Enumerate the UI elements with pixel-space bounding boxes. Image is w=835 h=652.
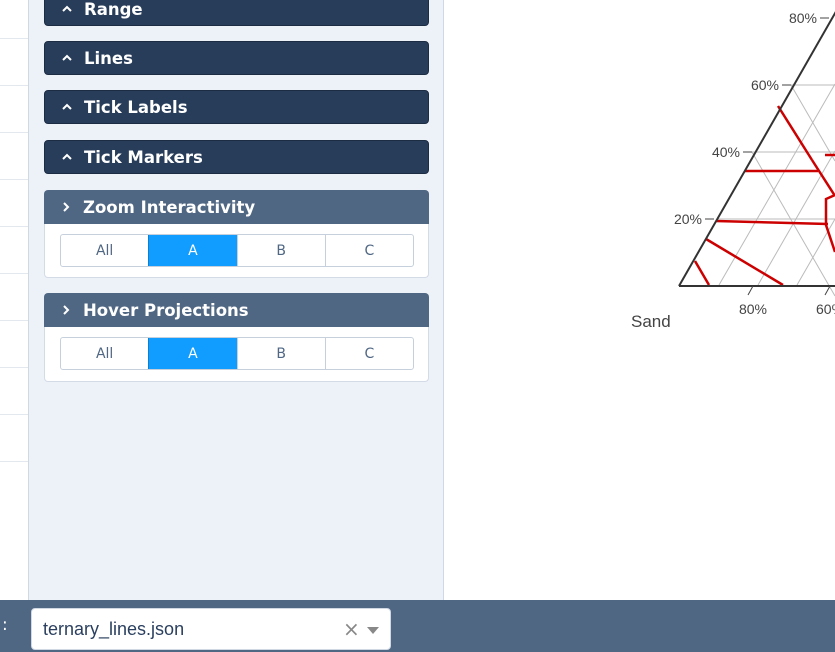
left-axis-tick-label: 20% [674, 211, 702, 227]
table-row-divider [0, 320, 29, 321]
section-header-tick-labels[interactable]: Tick Labels [44, 90, 429, 124]
table-row-divider [0, 179, 29, 180]
corner-axis-title: Sand [631, 312, 671, 331]
hover-projections-radio-group: All A B C [60, 337, 414, 370]
zoom-interactivity-body: All A B C [44, 224, 429, 278]
chevron-up-icon [62, 153, 72, 160]
section-header-hover-projections[interactable]: Hover Projections [44, 293, 429, 327]
table-row-divider [0, 273, 29, 274]
option-all[interactable]: All [61, 235, 148, 266]
hover-projections-body: All A B C [44, 327, 429, 382]
option-b[interactable]: B [236, 235, 325, 266]
table-row-divider [0, 226, 29, 227]
table-row-divider [0, 38, 29, 39]
section-header-range[interactable]: Range [44, 0, 429, 26]
option-c[interactable]: C [324, 338, 413, 369]
table-row-divider [0, 414, 29, 415]
file-select-dropdown[interactable]: ternary_lines.json × [31, 608, 391, 650]
chevron-right-icon [63, 202, 70, 212]
chevron-up-icon [62, 103, 72, 110]
section-title: Lines [84, 48, 133, 68]
ternary-plot: 80% 60% 40% 20% 80% 60% Sand [631, 10, 835, 331]
section-title: Tick Markers [84, 147, 203, 167]
chevron-up-icon [62, 5, 72, 12]
left-axis-tick-label: 60% [751, 77, 779, 93]
table-row-divider [0, 132, 29, 133]
option-a[interactable]: A [148, 338, 237, 369]
section-title: Zoom Interactivity [83, 197, 256, 217]
section-title: Tick Labels [84, 97, 188, 117]
close-icon[interactable]: × [343, 617, 360, 641]
left-axis-tick-label: 40% [712, 144, 740, 160]
option-all[interactable]: All [61, 338, 148, 369]
table-row-divider [0, 367, 29, 368]
ternary-axes [678, 11, 835, 287]
zoom-interactivity-radio-group: All A B C [60, 234, 414, 267]
section-header-tick-markers[interactable]: Tick Markers [44, 140, 429, 174]
data-table-strip [0, 0, 29, 600]
ternary-plot-area[interactable]: 80% 60% 40% 20% 80% 60% Sand [444, 0, 835, 600]
bottom-axis-tick-label: 60% [816, 301, 835, 317]
option-c[interactable]: C [324, 235, 413, 266]
section-header-zoom-interactivity[interactable]: Zoom Interactivity [44, 190, 429, 224]
chevron-right-icon [63, 305, 70, 315]
bottom-axis-tick-label: 80% [739, 301, 767, 317]
option-b[interactable]: B [236, 338, 325, 369]
left-axis-tick-label: 80% [789, 10, 817, 26]
section-title: Hover Projections [83, 300, 249, 320]
file-selector-label: : [2, 615, 8, 635]
region-boundary-lines [693, 105, 835, 287]
table-row-divider [0, 461, 29, 462]
table-row-divider [0, 85, 29, 86]
option-a[interactable]: A [148, 235, 237, 266]
bottom-toolbar: : ternary_lines.json × [0, 600, 835, 652]
file-select-value: ternary_lines.json [43, 619, 185, 639]
chevron-down-icon[interactable] [367, 627, 379, 634]
section-title: Range [84, 0, 143, 19]
chevron-up-icon [62, 54, 72, 61]
section-header-lines[interactable]: Lines [44, 41, 429, 75]
